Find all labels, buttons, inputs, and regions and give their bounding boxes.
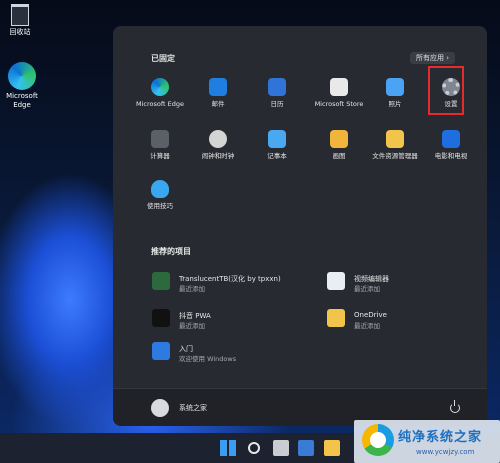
pinned-app-label: 使用技巧 [147,202,173,210]
recommended-item-subtitle: 最近添加 [354,285,380,293]
recommended-item-title: OneDrive [354,311,387,319]
pinned-app-label: Microsoft Store [314,100,364,108]
recommended-item-subtitle: 最近添加 [354,322,380,330]
tips-icon [151,180,169,198]
pinned-app-label: 邮件 [211,100,225,108]
pinned-app[interactable]: 电影和电视 [422,130,480,160]
photos-icon [386,78,404,96]
pinned-app-label: 照片 [388,100,402,108]
recommended-item[interactable]: 抖音 PWA 最近添加 [152,309,312,331]
pinned-app[interactable]: Microsoft Store [310,78,368,108]
recommended-item-subtitle: 最近添加 [179,322,205,330]
desktop-icon-label: 回收站 [9,28,31,36]
pinned-app[interactable]: 邮件 [189,78,247,108]
avatar[interactable] [151,399,169,417]
user-name[interactable]: 系统之家 [179,403,207,413]
pinned-app-label: 计算器 [150,152,170,160]
edge-icon [8,62,36,90]
pinned-app-label: Microsoft Edge [135,100,184,108]
douyin-icon [152,309,170,327]
onedrive-icon [327,309,345,327]
pinned-app[interactable]: 日历 [248,78,306,108]
pinned-app[interactable]: 照片 [366,78,424,108]
watermark-logo [362,424,394,456]
recommended-section-title: 推荐的项目 [151,247,191,256]
pinned-app[interactable]: 文件资源管理器 [366,130,424,160]
recommended-item[interactable]: 入门 欢迎使用 Windows [152,342,312,364]
desktop-icon-recycle-bin[interactable]: 回收站 [0,4,40,37]
pinned-app-label: 文件资源管理器 [372,152,418,160]
watermark-title: 纯净系统之家 [398,430,483,445]
recommended-item-subtitle: 最近添加 [179,285,205,293]
file-explorer-icon[interactable] [324,440,340,456]
notepad-icon [268,130,286,148]
recommended-item-subtitle: 欢迎使用 Windows [179,355,237,363]
desktop-icon-label: Microsoft Edge [6,92,38,109]
edge-icon [151,78,169,96]
mail-icon [209,78,227,96]
pinned-app-label: 闹钟和时钟 [201,152,235,160]
paint-icon [330,130,348,148]
recommended-item[interactable]: 视频编辑器 最近添加 [327,272,487,294]
calculator-icon [151,130,169,148]
pinned-app-label: 画图 [332,152,346,160]
pinned-app-label: 记事本 [267,152,287,160]
task-view-icon[interactable] [273,440,289,456]
calendar-icon [268,78,286,96]
store-icon [330,78,348,96]
pinned-app[interactable]: 使用技巧 [131,180,189,210]
power-icon[interactable] [450,400,460,413]
pinned-app[interactable]: 记事本 [248,130,306,160]
recommended-item[interactable]: OneDrive 最近添加 [327,309,487,331]
pinned-app[interactable]: 画图 [310,130,368,160]
translucenttb-icon [152,272,170,290]
search-icon[interactable] [248,442,260,454]
video-editor-icon [327,272,345,290]
pinned-section-title: 已固定 [151,54,175,63]
pinned-app-label: 电影和电视 [434,152,468,160]
pinned-app-label: 日历 [270,100,284,108]
clock-icon [209,130,227,148]
recycle-bin-icon [11,4,29,26]
recommended-item[interactable]: TranslucentTB(汉化 by tpxxn) 最近添加 [152,272,312,294]
watermark: 纯净系统之家 www.ycwjzy.com [354,420,500,463]
folder-icon [386,130,404,148]
highlight-box [428,66,464,115]
pinned-app[interactable]: 计算器 [131,130,189,160]
pinned-app[interactable]: 闹钟和时钟 [189,130,247,160]
pinned-app[interactable]: Microsoft Edge [131,78,189,108]
windows-start-icon[interactable] [220,440,236,456]
desktop-icon-edge[interactable]: Microsoft Edge [2,62,42,110]
all-apps-button[interactable]: 所有应用 › [410,52,456,64]
get-started-icon [152,342,170,360]
watermark-url: www.ycwjzy.com [416,448,475,456]
widgets-icon[interactable] [298,440,314,456]
film-icon [442,130,460,148]
